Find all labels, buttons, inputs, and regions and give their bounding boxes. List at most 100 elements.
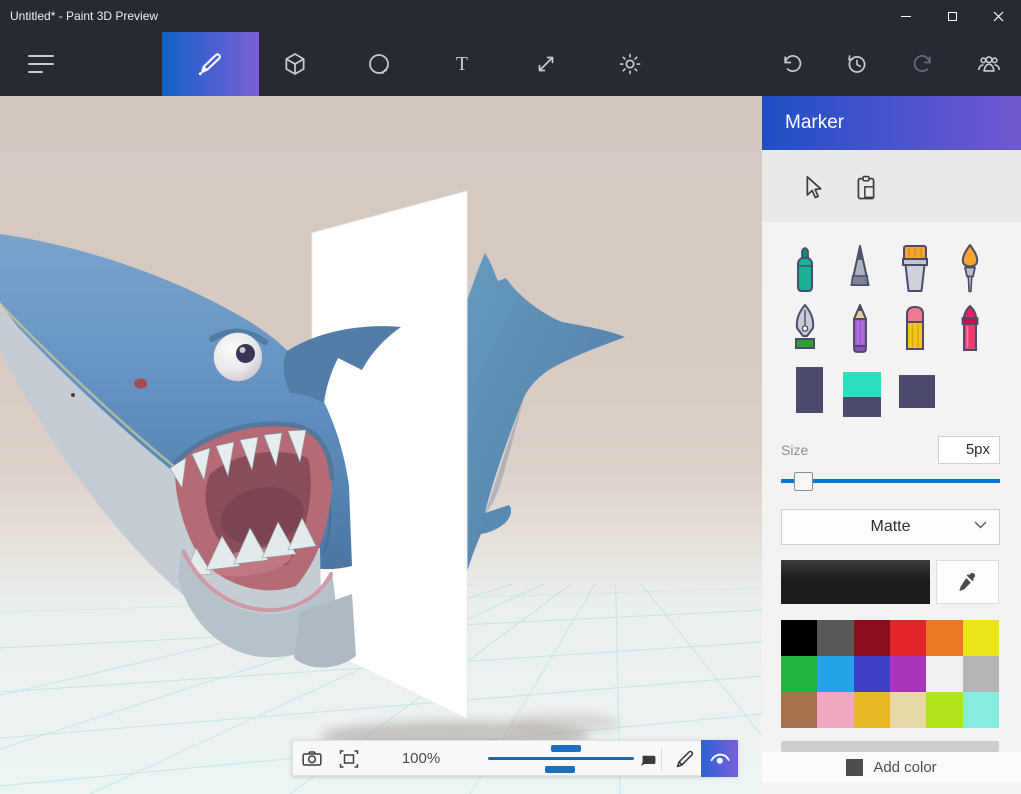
- scene-3d[interactable]: [0, 96, 762, 794]
- history-icon: [844, 51, 870, 77]
- add-color-icon: [846, 759, 863, 776]
- palette-swatch[interactable]: [926, 656, 962, 692]
- brush-icon: [196, 49, 226, 79]
- add-color-button[interactable]: Add color: [762, 752, 1021, 782]
- svg-text:T: T: [456, 54, 468, 75]
- palette-swatch[interactable]: [890, 620, 926, 656]
- sticker-icon: [366, 51, 392, 77]
- undo-icon: [780, 51, 806, 77]
- brush-pencil[interactable]: [837, 300, 883, 358]
- brush-eraser[interactable]: [892, 300, 938, 358]
- palette-swatch[interactable]: [926, 692, 962, 728]
- palette-swatch[interactable]: [963, 692, 999, 728]
- plane-shadow-2: [510, 713, 620, 733]
- palette-grid: [781, 620, 999, 728]
- palette-swatch[interactable]: [890, 692, 926, 728]
- titlebar: Untitled* - Paint 3D Preview: [0, 0, 1021, 32]
- zoom-slider-thumb[interactable]: [551, 745, 581, 752]
- cube-icon: [282, 51, 308, 77]
- palette-swatch[interactable]: [781, 620, 817, 656]
- zoom-slider-thumb-lower[interactable]: [545, 766, 575, 773]
- tab-brushes[interactable]: [162, 32, 259, 96]
- close-icon: [993, 11, 1004, 22]
- sun-icon: [617, 51, 643, 77]
- add-color-label: Add color: [873, 759, 936, 776]
- hamburger-icon: [28, 53, 54, 75]
- finish-value: Matte: [782, 510, 999, 544]
- palette-swatch[interactable]: [890, 656, 926, 692]
- minimize-button[interactable]: [883, 0, 929, 32]
- ribbon-toolbar: T: [0, 32, 1021, 96]
- palette-swatch[interactable]: [926, 620, 962, 656]
- clipboard-icon: [852, 174, 880, 202]
- eyedropper-icon: [957, 571, 979, 593]
- maximize-icon: [948, 12, 957, 21]
- tab-3d-shapes[interactable]: [271, 40, 319, 88]
- resize-icon: [533, 51, 559, 77]
- palette-swatch[interactable]: [781, 656, 817, 692]
- palette-swatch[interactable]: [854, 656, 890, 692]
- eyedropper-button[interactable]: [936, 560, 999, 604]
- maximize-button[interactable]: [929, 0, 975, 32]
- brush-pixel-pen[interactable]: [782, 300, 828, 358]
- clipboard-strip: [762, 150, 1021, 222]
- brush-calligraphy-pen[interactable]: [837, 240, 883, 298]
- palette-swatch[interactable]: [854, 692, 890, 728]
- palette-swatch[interactable]: [781, 692, 817, 728]
- redo-button[interactable]: [898, 40, 946, 88]
- fit-view-icon: [337, 747, 361, 771]
- brush-crayon[interactable]: [947, 300, 993, 358]
- mixed-reality-icon: [638, 748, 660, 770]
- palette-swatch[interactable]: [817, 692, 853, 728]
- stroke-type-solid[interactable]: [796, 367, 823, 413]
- people-icon: [975, 51, 1003, 77]
- palette-swatch[interactable]: [963, 620, 999, 656]
- stroke-type-dual[interactable]: [843, 372, 881, 417]
- close-button[interactable]: [975, 0, 1021, 32]
- brush-oil-brush[interactable]: [892, 240, 938, 298]
- canvas-viewport[interactable]: 100%: [0, 96, 762, 794]
- eye-icon: [708, 747, 732, 771]
- redo-icon: [909, 51, 935, 77]
- cursor-icon: [798, 174, 826, 202]
- brush-watercolor[interactable]: [947, 240, 993, 298]
- brush-marker[interactable]: [782, 240, 828, 298]
- palette-swatch[interactable]: [854, 620, 890, 656]
- menu-button[interactable]: [17, 40, 65, 88]
- panel-scrollbar[interactable]: [781, 741, 999, 752]
- paste-button[interactable]: [846, 168, 886, 208]
- mixed-reality-button[interactable]: [634, 747, 664, 771]
- undo-button[interactable]: [769, 40, 817, 88]
- text-icon: T: [449, 51, 475, 77]
- draw-mode-button[interactable]: [670, 747, 700, 771]
- current-color-swatch[interactable]: [781, 560, 930, 604]
- tool-panel: Marker: [762, 96, 1021, 794]
- shark-tail[interactable]: [467, 253, 625, 572]
- panel-header: Marker: [762, 96, 1021, 150]
- tab-stickers[interactable]: [355, 40, 403, 88]
- history-button[interactable]: [833, 40, 881, 88]
- stroke-type-square[interactable]: [899, 375, 935, 408]
- palette-swatch[interactable]: [817, 656, 853, 692]
- chevron-down-icon: [974, 521, 987, 529]
- palette-swatch[interactable]: [817, 620, 853, 656]
- size-value-input[interactable]: 5px: [938, 436, 1000, 464]
- finish-dropdown[interactable]: Matte: [781, 509, 1000, 545]
- view-3d-toggle[interactable]: [701, 740, 738, 777]
- tab-effects[interactable]: [606, 40, 654, 88]
- size-slider-track[interactable]: [781, 479, 1000, 483]
- size-slider-thumb[interactable]: [794, 472, 813, 491]
- select-tool-button[interactable]: [792, 168, 832, 208]
- stroke-type-dual-top: [843, 372, 881, 397]
- size-label: Size: [781, 442, 808, 458]
- tab-text[interactable]: T: [438, 40, 486, 88]
- zoom-to-fit-button[interactable]: [334, 747, 364, 771]
- minimize-icon: [901, 16, 911, 17]
- camera-icon: [300, 747, 324, 771]
- screenshot-button[interactable]: [297, 747, 327, 771]
- remix-3d-button[interactable]: [965, 40, 1013, 88]
- tab-canvas[interactable]: [522, 40, 570, 88]
- palette-swatch[interactable]: [963, 656, 999, 692]
- zoom-slider-track[interactable]: [488, 757, 634, 760]
- zoom-percentage: 100%: [389, 741, 453, 777]
